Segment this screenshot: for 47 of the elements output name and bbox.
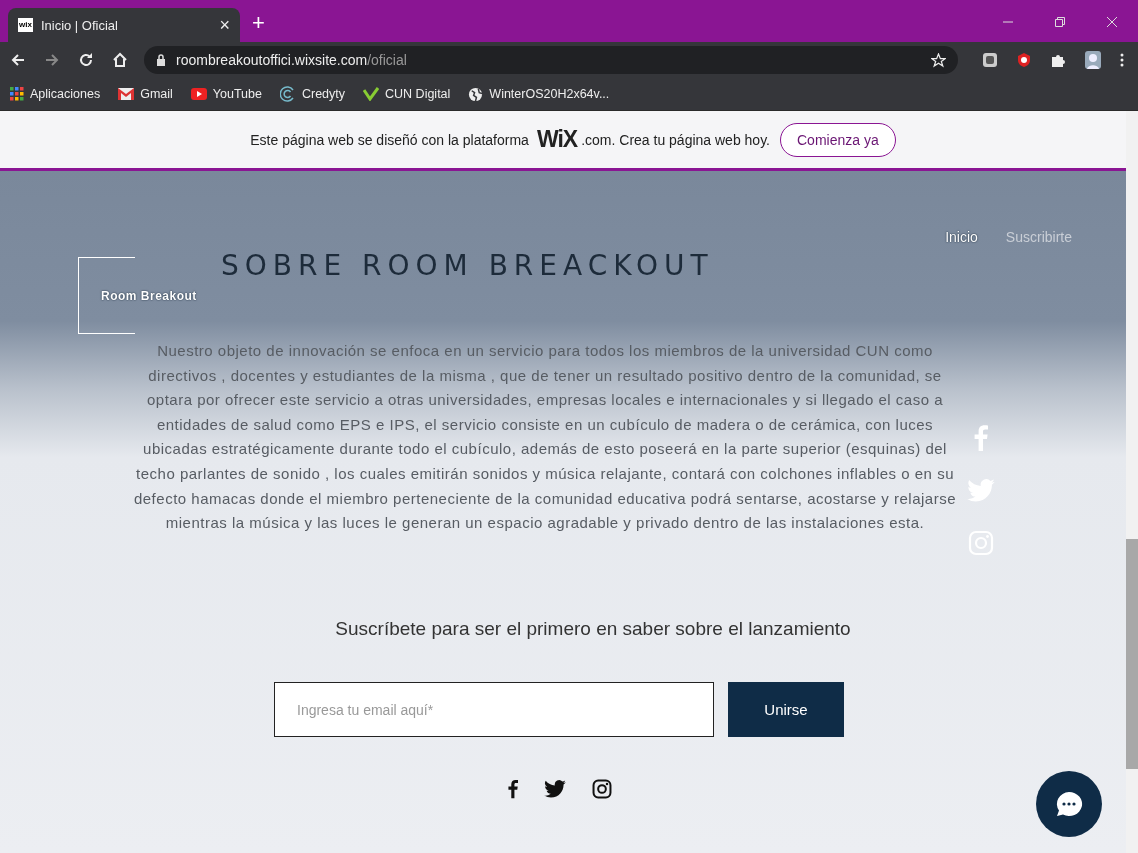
extension-icon[interactable] [1016,52,1032,68]
banner-text: .com. Crea tu página web hoy. [581,131,770,148]
apps-grid-icon [10,87,24,101]
check-logo-icon [363,87,380,101]
bookmark[interactable]: Gmail [118,87,173,101]
puzzle-icon[interactable] [1050,52,1066,68]
chat-bubble-icon [1054,790,1084,818]
menu-icon[interactable] [1120,53,1124,67]
restore-icon[interactable] [1054,16,1066,28]
description-paragraph: Nuestro objeto de innovación se enfoca en un servicio para todos los miembros de la universidad CUN como directivos , docentes y estudiantes de la misma , que de tener un resultado positivo dentro de la comunidad, se optara por ofrecer este servicio a otras universidades, empresas locales e internacionales y si llegado el caso a entidades de salud como EPS e IPS, el servicio consiste en un cubículo de madera o de cerámica, con luces ubicadas estratégicamente durante todo el cubículo, además de esto poseerá en la parte superior (esquinas) del techo parlantes de sonido , los cuales emitirán sonidos y música relajante, contará con colchones inflables o en su defecto hamacas donde el miembro perteneciente de la comunidad educativa podrá sentarse, acostarse y relajarse mientras la música y las luces le generan un espacio agradable y privado dentro de las instalaciones esta. [132,341,958,534]
bookmark[interactable]: CUN Digital [363,87,451,101]
subscribe-heading: Suscríbete para ser el primero en saber sobre el lanzamiento [335,618,851,640]
tab-favicon: wix [18,18,33,32]
home-icon[interactable] [112,52,128,68]
new-tab-button[interactable]: + [252,10,265,36]
bookmark[interactable]: WinterOS20H2x64v... [468,86,610,102]
forward-icon[interactable] [44,52,60,68]
twitter-icon[interactable] [544,780,566,798]
reload-icon[interactable] [78,52,94,68]
lock-icon [156,54,166,66]
tab-close-button[interactable]: × [219,14,230,36]
back-icon[interactable] [10,52,26,68]
scrollbar[interactable] [1126,111,1138,853]
email-field[interactable]: Ingresa tu email aquí* [274,682,714,737]
start-now-button[interactable]: Comienza ya [780,122,896,157]
instagram-icon[interactable] [592,779,612,799]
globe-icon [468,86,484,102]
join-button[interactable]: Unirse [728,682,844,737]
bookmark[interactable]: YouTube [190,87,262,101]
banner-text: Este página web se diseñó con la plataforma [250,131,529,148]
play-icon [190,88,207,100]
star-icon[interactable] [931,52,946,68]
c-logo-icon [279,86,296,102]
extension-icon[interactable] [982,52,998,68]
bookmark[interactable]: Aplicaciones [10,87,101,101]
mail-icon [118,88,135,100]
wix-logo: WiX [536,126,578,153]
tab-title: Inicio | Oficial [40,17,119,33]
bookmark[interactable]: Credyty [279,86,346,102]
browser-tab[interactable]: wix Inicio | Oficial × [8,8,240,42]
page-title: SOBRE ROOM BREACKOUT [221,249,715,282]
profile-avatar-icon[interactable] [1084,50,1102,70]
address-bar[interactable]: roombreakoutoffici.wixsite.com/oficial [144,46,958,74]
facebook-icon[interactable] [508,779,518,799]
site-logo: Room Breakout [101,288,197,303]
close-icon[interactable] [1106,16,1118,28]
url-text: roombreakoutoffici.wixsite.com/oficial [176,52,407,68]
